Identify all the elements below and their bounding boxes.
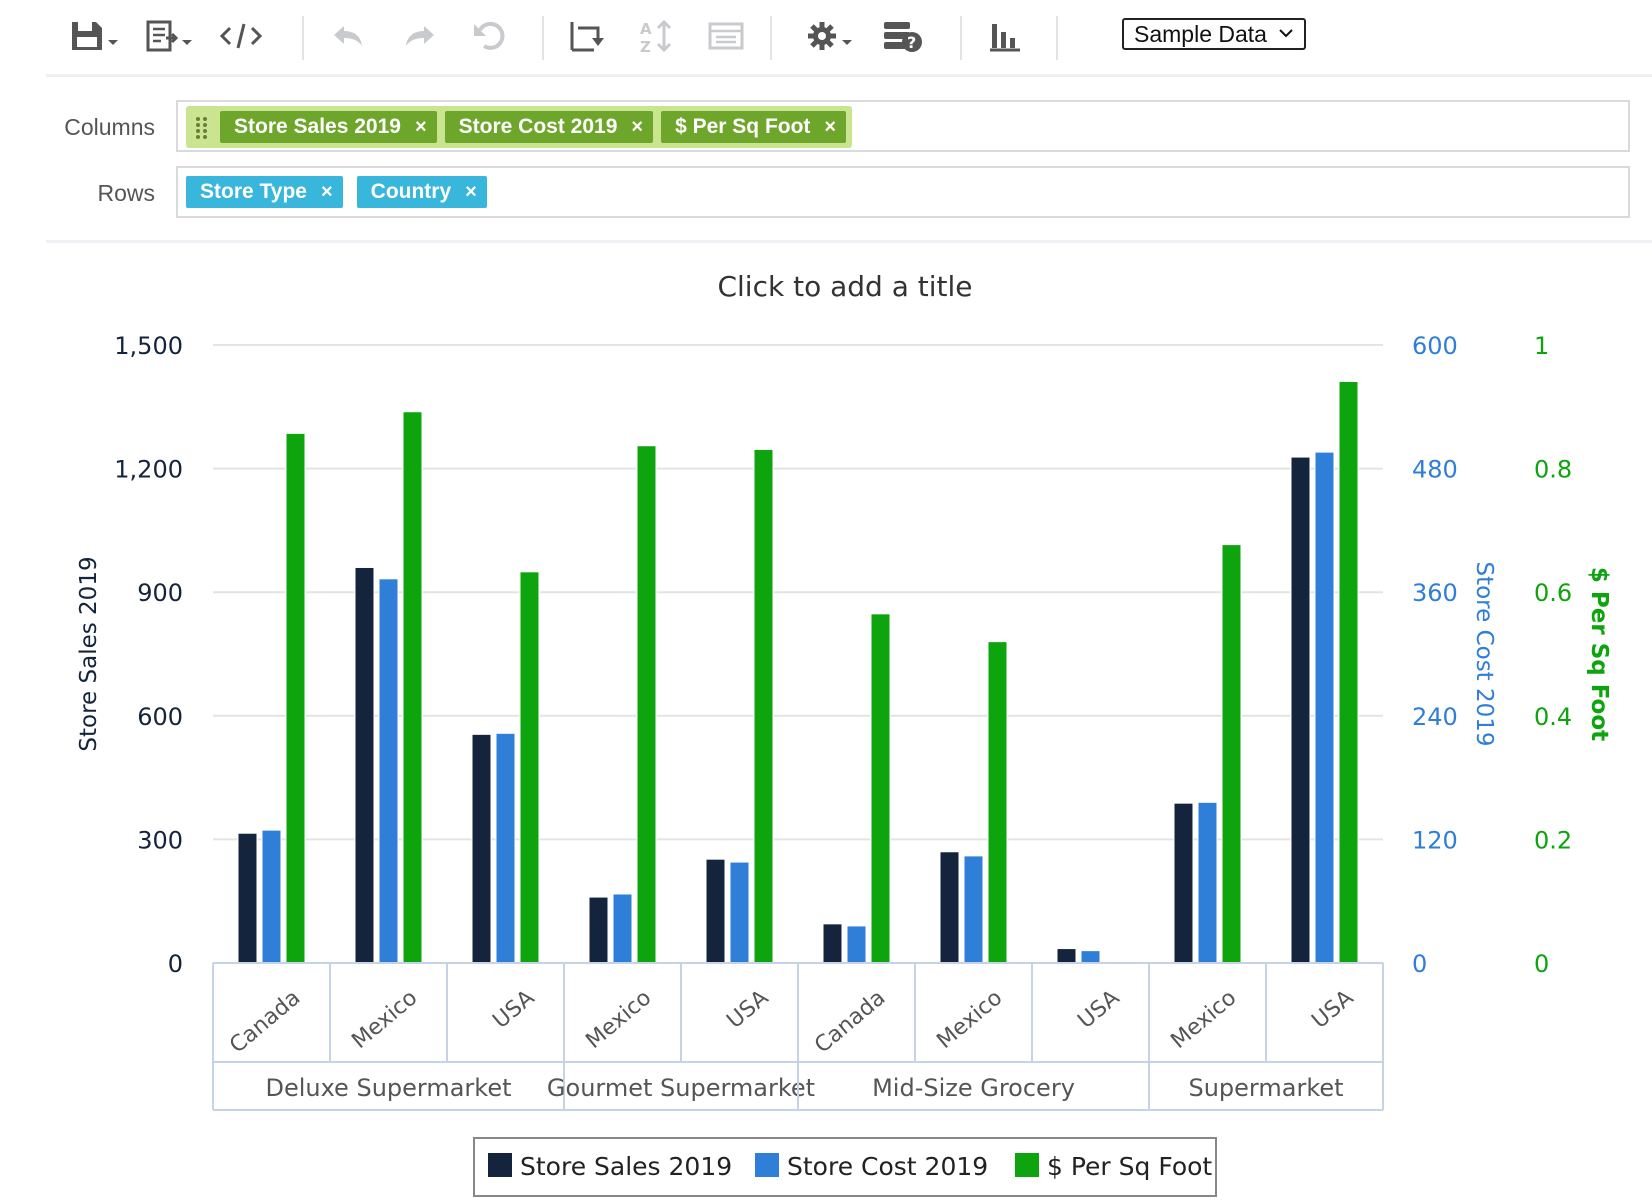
category-label: Canada (810, 985, 890, 1058)
legend-swatch (1015, 1153, 1039, 1177)
middle-axis-tick: 240 (1412, 703, 1458, 731)
category-label: Mexico (347, 985, 422, 1054)
legend-swatch (488, 1153, 512, 1177)
middle-axis-title: Store Cost 2019 (1471, 561, 1497, 746)
left-axis-tick: 900 (137, 579, 183, 607)
right-axis-tick: 0 (1534, 950, 1549, 978)
bar (987, 641, 1008, 964)
left-axis-tick: 300 (137, 826, 183, 854)
bar (705, 858, 726, 964)
right-axis-tick: 0.4 (1534, 703, 1572, 731)
category-label: USA (1073, 985, 1124, 1033)
bar (285, 432, 306, 964)
category-label: Mexico (1166, 985, 1241, 1054)
category-label: USA (722, 985, 773, 1033)
group-label: Deluxe Supermarket (265, 1074, 511, 1102)
bar (471, 733, 492, 964)
legend-label: $ Per Sq Foot (1047, 1152, 1212, 1181)
left-axis-title: Store Sales 2019 (76, 556, 102, 751)
middle-axis-tick: 480 (1412, 456, 1458, 484)
bar (612, 893, 633, 964)
bar (729, 861, 750, 964)
category-label: Mexico (581, 985, 656, 1054)
legend-label: Store Cost 2019 (787, 1152, 988, 1181)
bar (237, 832, 258, 964)
bar (519, 571, 540, 964)
middle-axis-tick: 0 (1412, 950, 1427, 978)
bar (1197, 801, 1218, 964)
right-axis-title: $ Per Sq Foot (1586, 567, 1612, 741)
legend-swatch (755, 1153, 779, 1177)
bar (588, 896, 609, 964)
bar (939, 851, 960, 964)
bar (753, 448, 774, 964)
left-axis-tick: 0 (168, 950, 183, 978)
group-label: Supermarket (1188, 1074, 1343, 1102)
middle-axis-tick: 360 (1412, 579, 1458, 607)
bar (870, 613, 891, 964)
left-axis-tick: 600 (137, 703, 183, 731)
category-label: USA (488, 985, 539, 1033)
chart-title[interactable]: Click to add a title (717, 270, 972, 303)
right-axis-tick: 0.8 (1534, 456, 1572, 484)
bar (636, 445, 657, 964)
bar (822, 923, 843, 964)
bar (402, 411, 423, 964)
bar (378, 578, 399, 964)
bar (261, 829, 282, 964)
bar (1056, 948, 1077, 964)
group-label: Mid-Size Grocery (872, 1074, 1075, 1102)
middle-axis-tick: 120 (1412, 826, 1458, 854)
bar (1173, 802, 1194, 964)
bar (1314, 451, 1335, 964)
bar (495, 732, 516, 964)
category-label: Canada (225, 985, 305, 1058)
right-axis-tick: 0.2 (1534, 826, 1572, 854)
right-axis-tick: 1 (1534, 332, 1549, 360)
middle-axis-tick: 600 (1412, 332, 1458, 360)
left-axis-tick: 1,500 (114, 332, 183, 360)
chart: Click to add a title 0 0 0 300 120 0.2 600 240 0… (76, 270, 1612, 1197)
right-axis-tick: 0.6 (1534, 579, 1572, 607)
category-label: USA (1307, 985, 1358, 1033)
left-axis-tick: 1,200 (114, 456, 183, 484)
legend-label: Store Sales 2019 (520, 1152, 732, 1181)
group-label: Gourmet Supermarket (547, 1074, 815, 1102)
bar (963, 855, 984, 964)
bar (1290, 456, 1311, 964)
bar (354, 566, 375, 964)
bar (1338, 380, 1359, 964)
category-label: Mexico (932, 985, 1007, 1054)
bar (846, 925, 867, 964)
bar (1080, 950, 1101, 964)
bar (1221, 544, 1242, 964)
